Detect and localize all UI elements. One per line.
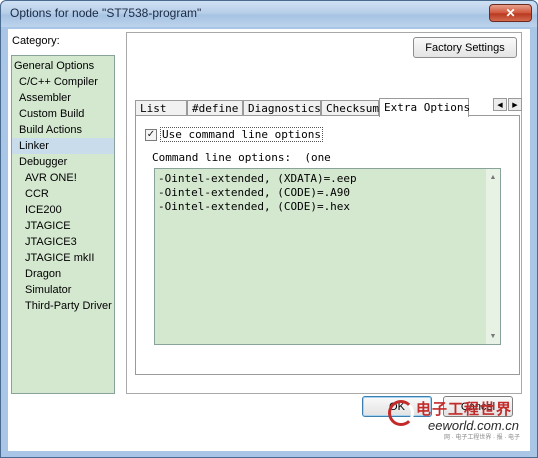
use-command-line-label[interactable]: Use command line options	[160, 127, 323, 142]
scroll-down-icon[interactable]: ▼	[488, 331, 498, 341]
watermark-cn-text: 电子工程世界	[416, 401, 513, 418]
category-item-c-c-compiler[interactable]: C/C++ Compiler	[12, 74, 114, 90]
category-item-linker[interactable]: Linker	[12, 138, 114, 154]
command-line-textarea[interactable]: -Ointel-extended, (XDATA)=.eep -Ointel-ex…	[154, 168, 501, 345]
category-label: Category:	[12, 35, 60, 47]
category-item-jtagice-mkii[interactable]: JTAGICE mkII	[12, 250, 114, 266]
category-item-jtagice[interactable]: JTAGICE	[12, 218, 114, 234]
category-item-third-party-driver[interactable]: Third-Party Driver	[12, 298, 114, 314]
tab-extra-options[interactable]: Extra Options	[379, 98, 470, 117]
triangle-right-icon: ▶	[512, 101, 518, 109]
tab-scroll-left-button[interactable]: ◀	[493, 98, 507, 111]
use-command-line-row: ✓ Use command line options	[145, 127, 323, 142]
tab-list[interactable]: List	[135, 100, 187, 116]
category-item-avr-one[interactable]: AVR ONE!	[12, 170, 114, 186]
triangle-left-icon: ◀	[497, 101, 503, 109]
command-line-text: -Ointel-extended, (XDATA)=.eep -Ointel-ex…	[158, 172, 357, 214]
category-item-debugger[interactable]: Debugger	[12, 154, 114, 170]
eeworld-watermark: 电子工程世界 eeworld.com.cn 网 · 电子工程世界 · 报 · 电…	[388, 398, 528, 441]
close-button[interactable]: ✕	[489, 4, 532, 22]
eeworld-logo-icon	[388, 400, 414, 426]
category-item-ice200[interactable]: ICE200	[12, 202, 114, 218]
category-list: General Options C/C++ Compiler Assembler Cu…	[11, 55, 115, 394]
category-item-general-options[interactable]: General Options	[12, 58, 114, 74]
tab-scroll-right-button[interactable]: ▶	[508, 98, 522, 111]
command-line-entry: -Ointel-extended, (XDATA)=.eep	[158, 172, 357, 185]
watermark-sub-text: 网 · 电子工程世界 · 报 · 电子	[444, 435, 520, 441]
scroll-up-icon[interactable]: ▲	[488, 172, 498, 182]
checkmark-icon: ✓	[146, 128, 156, 140]
category-item-ccr[interactable]: CCR	[12, 186, 114, 202]
tab-diagnostics[interactable]: Diagnostics	[243, 100, 321, 116]
category-item-jtagice3[interactable]: JTAGICE3	[12, 234, 114, 250]
title-bar[interactable]: Options for node "ST7538-program" ✕	[1, 1, 537, 27]
command-line-entry: -Ointel-extended, (CODE)=.A90	[158, 186, 351, 199]
factory-settings-button[interactable]: Factory Settings	[413, 37, 517, 58]
command-line-options-label: Command line options: (one	[152, 151, 331, 164]
watermark-en-text: eeworld.com.cn	[428, 418, 520, 433]
category-item-assembler[interactable]: Assembler	[12, 90, 114, 106]
window-title: Options for node "ST7538-program"	[10, 6, 202, 20]
category-item-build-actions[interactable]: Build Actions	[12, 122, 114, 138]
use-command-line-checkbox[interactable]: ✓	[145, 128, 157, 141]
category-item-simulator[interactable]: Simulator	[12, 282, 114, 298]
tab-define[interactable]: #define	[187, 100, 243, 116]
category-item-dragon[interactable]: Dragon	[12, 266, 114, 282]
command-line-entry: -Ointel-extended, (CODE)=.hex	[158, 200, 351, 213]
tab-checksum[interactable]: Checksum	[321, 100, 379, 116]
category-item-custom-build[interactable]: Custom Build	[12, 106, 114, 122]
close-icon: ✕	[505, 6, 516, 20]
textarea-scrollbar[interactable]: ▲ ▼	[486, 169, 500, 344]
